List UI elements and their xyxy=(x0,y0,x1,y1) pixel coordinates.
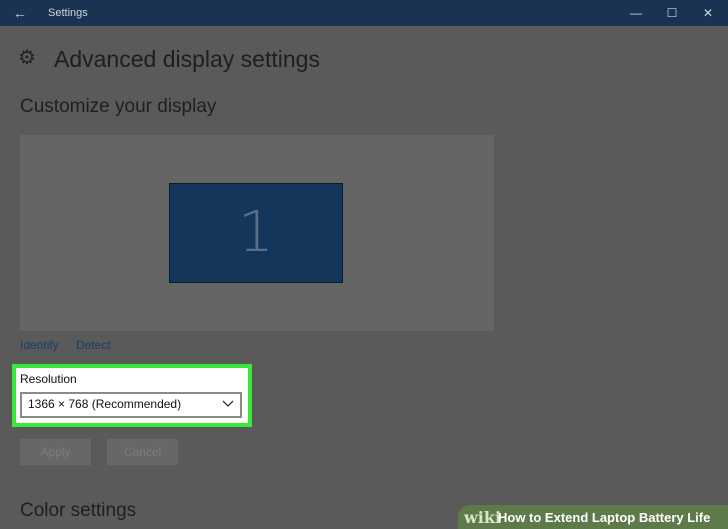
monitor-number: 1 xyxy=(238,200,274,265)
minimize-button[interactable]: — xyxy=(618,0,654,26)
resolution-dropdown[interactable]: 1366 × 768 (Recommended) xyxy=(20,392,242,418)
identify-link[interactable]: Identify xyxy=(20,338,59,352)
detect-link[interactable]: Detect xyxy=(76,338,111,352)
display-arrangement-area: 1 xyxy=(20,135,494,331)
resolution-label: Resolution xyxy=(20,372,77,386)
window-title: Settings xyxy=(48,7,88,19)
resolution-value: 1366 × 768 (Recommended) xyxy=(28,397,182,411)
cancel-button[interactable]: Cancel xyxy=(107,439,178,465)
monitor-tile[interactable]: 1 xyxy=(169,183,343,283)
maximize-button[interactable]: ☐ xyxy=(654,0,690,26)
chevron-down-icon xyxy=(222,400,234,407)
wikihow-watermark: wiki How to Extend Laptop Battery Life xyxy=(458,505,728,529)
back-arrow-icon[interactable]: ← xyxy=(10,2,30,24)
gear-icon: ⚙ xyxy=(18,47,36,69)
close-button[interactable]: ✕ xyxy=(690,0,726,26)
watermark-text: How to Extend Laptop Battery Life xyxy=(498,510,711,525)
apply-button[interactable]: Apply xyxy=(20,439,91,465)
customize-heading: Customize your display xyxy=(20,96,217,117)
title-bar: ← Settings — ☐ ✕ xyxy=(0,0,728,26)
page-title: Advanced display settings xyxy=(54,46,320,72)
watermark-brand: wiki xyxy=(464,508,502,527)
resolution-highlight: Resolution 1366 × 768 (Recommended) xyxy=(12,364,252,427)
color-settings-heading: Color settings xyxy=(20,500,137,521)
